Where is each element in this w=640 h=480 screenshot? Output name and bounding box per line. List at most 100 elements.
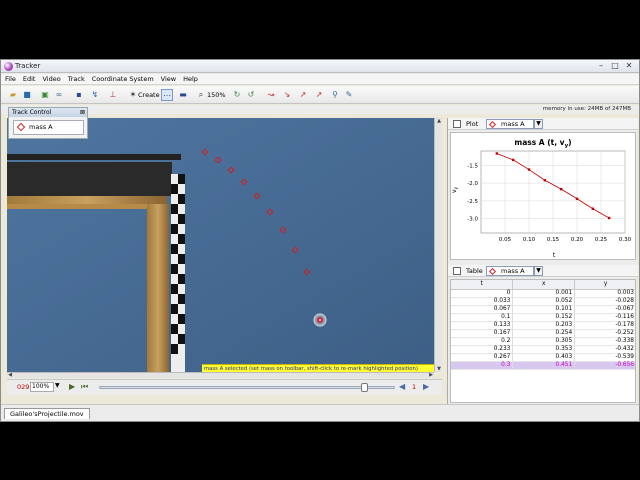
table-cell-t[interactable]: 0.233 — [451, 345, 514, 354]
plot-track-dropdown[interactable]: ▼ — [534, 119, 543, 129]
save-icon[interactable]: ■ — [21, 89, 33, 101]
table-cell-x[interactable]: 0.101 — [512, 305, 576, 314]
table-cell-t[interactable]: 0.167 — [451, 329, 514, 338]
table-row[interactable]: 0 0.001 0.003 — [451, 289, 635, 298]
zoom-dropdown[interactable]: ▼ — [55, 382, 60, 389]
video-frame[interactable] — [7, 118, 434, 372]
table-cell-x[interactable]: 0.403 — [512, 353, 576, 362]
table-row[interactable]: 0.067 0.101 -0.067 — [451, 305, 635, 314]
open-video-icon[interactable]: ▣ — [39, 89, 51, 101]
zoom-field[interactable]: 100% — [30, 382, 54, 392]
scroll-left-icon[interactable]: ◀ — [7, 373, 13, 378]
table-cell-y[interactable]: -0.116 — [574, 313, 635, 322]
table-row[interactable]: 0.133 0.203 -0.178 — [451, 321, 635, 330]
data-point[interactable] — [527, 168, 531, 171]
table-cell-t[interactable]: 0 — [451, 289, 514, 298]
table-cell-t[interactable]: 0.1 — [451, 313, 514, 322]
data-point[interactable] — [607, 216, 611, 220]
xmass-icon[interactable]: ⚲ — [329, 89, 341, 101]
plot-area[interactable]: mass A (t, vy) 0.05 0.10 0.15 0.20 0.25 0.30 -… — [450, 132, 636, 260]
plot-track-select[interactable]: mass A — [486, 119, 534, 129]
rotate-icon[interactable]: ↻ — [231, 89, 243, 101]
video-view[interactable] — [7, 118, 434, 372]
data-point[interactable] — [543, 179, 547, 182]
table-cell-t[interactable]: 0.067 — [451, 305, 514, 314]
velocity-plot[interactable]: mass A (t, vy) 0.05 0.10 0.15 0.20 0.25 0.30 -… — [451, 133, 635, 259]
column-header-y[interactable]: y — [574, 280, 635, 290]
create-button[interactable]: Create — [138, 91, 160, 99]
scroll-right-icon[interactable]: ▶ — [428, 373, 434, 378]
data-point[interactable] — [511, 158, 515, 162]
data-point[interactable] — [495, 152, 499, 155]
minimize-button[interactable]: – — [595, 61, 607, 71]
step-forward-icon[interactable]: ▶ — [423, 382, 429, 391]
video-horizontal-scrollbar[interactable]: ◀ ▶ — [7, 372, 434, 378]
table-cell-x[interactable]: 0.001 — [512, 289, 576, 298]
frame-slider-thumb[interactable] — [360, 383, 368, 392]
pencil-icon[interactable]: ✎ — [343, 89, 355, 101]
table-cell-x[interactable]: 0.052 — [512, 297, 576, 306]
menu-track[interactable]: Track — [64, 74, 88, 83]
velocity-vector-icon[interactable]: ↗ — [297, 89, 309, 101]
table-cell-y[interactable]: -0.178 — [574, 321, 635, 330]
footprints-icon[interactable]: ▬ — [177, 89, 189, 101]
acceleration-vector-icon[interactable]: ↗ — [313, 89, 325, 101]
table-row[interactable]: 0.167 0.254 -0.252 — [451, 329, 635, 338]
table-cell-y[interactable]: -0.432 — [574, 345, 635, 354]
frame-number[interactable]: 029 — [17, 383, 29, 391]
table-row[interactable]: 0.1 0.152 -0.116 — [451, 313, 635, 322]
table-row[interactable]: 0.2 0.305 -0.338 — [451, 337, 635, 346]
calibration-icon[interactable]: ↯ — [89, 89, 101, 101]
data-point[interactable] — [559, 187, 563, 191]
maximize-button[interactable]: □ — [609, 61, 621, 71]
menu-edit[interactable]: Edit — [19, 74, 39, 83]
table-cell-t[interactable]: 0.133 — [451, 321, 514, 330]
curve-icon[interactable]: ↝ — [265, 89, 277, 101]
table-row[interactable]: 0.3 0.451 -0.656 — [451, 361, 635, 370]
table-cell-x[interactable]: 0.203 — [512, 321, 576, 330]
table-row[interactable]: 0.267 0.403 -0.539 — [451, 353, 635, 362]
table-track-select[interactable]: mass A — [486, 266, 534, 276]
table-row[interactable]: 0.033 0.052 -0.028 — [451, 297, 635, 306]
zoom-icon[interactable]: ⌕ — [195, 89, 207, 101]
menu-coordinate-system[interactable]: Coordinate System — [88, 74, 157, 83]
scroll-down-icon[interactable]: ▼ — [436, 366, 442, 372]
table-cell-y[interactable]: -0.028 — [574, 297, 635, 306]
table-cell-x[interactable]: 0.353 — [512, 345, 576, 354]
menu-help[interactable]: Help — [179, 74, 201, 83]
refresh-icon[interactable]: ↺ — [245, 89, 257, 101]
reset-icon[interactable]: ⏮ — [81, 382, 88, 392]
data-point[interactable] — [575, 197, 579, 200]
step-back-icon[interactable]: ◀ — [399, 382, 405, 391]
data-point[interactable] — [591, 207, 595, 210]
column-header-x[interactable]: x — [512, 280, 576, 290]
clip-settings-icon[interactable]: ▪ — [73, 89, 85, 101]
table-cell-y[interactable]: -0.338 — [574, 337, 635, 346]
menu-view[interactable]: View — [157, 74, 179, 83]
track-button-mass-a[interactable]: mass A — [13, 120, 84, 135]
menu-file[interactable]: File — [1, 74, 19, 83]
table-row[interactable]: 0.233 0.353 -0.432 — [451, 345, 635, 354]
video-vertical-scrollbar[interactable]: ▲ ▼ — [434, 118, 442, 372]
axes-icon[interactable]: ⊥ — [107, 89, 119, 101]
trails-icon[interactable]: ⋯ — [161, 89, 173, 101]
table-cell-t[interactable]: 0.3 — [451, 361, 514, 370]
table-cell-x[interactable]: 0.305 — [512, 337, 576, 346]
frame-slider[interactable] — [99, 383, 395, 392]
table-cell-t[interactable]: 0.033 — [451, 297, 514, 306]
file-tab[interactable]: Galileo'sProjectile.mov — [4, 408, 90, 419]
scroll-up-icon[interactable]: ▲ — [436, 118, 442, 124]
table-cell-y[interactable]: -0.067 — [574, 305, 635, 314]
track-control-close-button[interactable]: ⊠ — [80, 108, 85, 117]
table-cell-y[interactable]: -0.656 — [574, 361, 635, 370]
table-cell-x[interactable]: 0.152 — [512, 313, 576, 322]
table-cell-y[interactable]: -0.252 — [574, 329, 635, 338]
link-icon[interactable]: ∞ — [53, 89, 65, 101]
close-button[interactable]: ✕ — [623, 61, 635, 71]
table-cell-x[interactable]: 0.254 — [512, 329, 576, 338]
play-icon[interactable]: ▶ — [69, 382, 75, 391]
step-size[interactable]: 1 — [412, 383, 416, 391]
column-header-t[interactable]: t — [451, 280, 514, 290]
data-table[interactable]: t x y 0 0.001 0.003 0.033 0.052 -0.028 0.067 0.… — [450, 279, 636, 403]
open-icon[interactable]: ▰ — [7, 89, 19, 101]
